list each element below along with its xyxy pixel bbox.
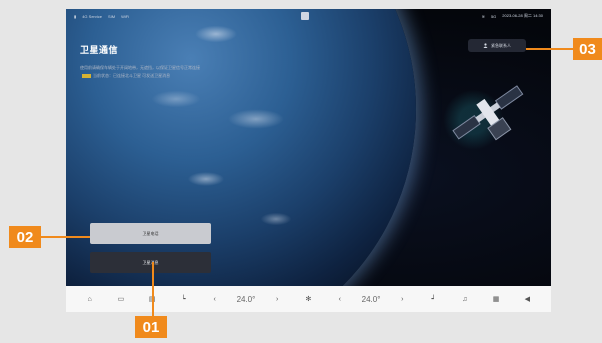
right-temp-down-button[interactable]: ‹ xyxy=(324,296,355,303)
callout-line xyxy=(152,262,154,316)
car-icon[interactable]: ▭ xyxy=(105,295,136,303)
emergency-contact-button[interactable]: 紧急联系人 xyxy=(468,39,526,52)
callout-line xyxy=(41,236,90,238)
status-item: 5G xyxy=(490,13,497,19)
status-bar: ▮ 4G Service SIM WiFi ≋ 5G 2023-06-28 周二… xyxy=(66,9,551,23)
subtitle-line: 使用前请确保车辆处于开阔地带，无遮挡，以保证卫星信号正常连接 xyxy=(80,65,200,70)
left-temp-down-button[interactable]: ‹ xyxy=(199,296,230,303)
bottom-dock: ⌂ ▭ ▤ ┕ ‹ 24.0° › ✻ ‹ 24.0° › ┙ ♫ ▦ ◀ xyxy=(66,286,551,312)
satellite-message-button[interactable]: 卫星消息 xyxy=(90,252,211,273)
left-temp-up-button[interactable]: › xyxy=(262,296,293,303)
right-temp-up-button[interactable]: › xyxy=(387,296,418,303)
callout-badge-02: 02 xyxy=(9,226,41,248)
subtitle-line: 当前状态：已连接北斗卫星 可发送卫星消息 xyxy=(80,72,200,80)
right-temperature: 24.0° xyxy=(361,294,381,304)
clock: 2023-06-28 周二 14:30 xyxy=(502,13,543,18)
page-title: 卫星通信 xyxy=(80,45,119,55)
satellite-call-button[interactable]: 卫星电话 xyxy=(90,223,211,244)
callout-badge-03: 03 xyxy=(573,38,602,60)
left-seat-heat-icon[interactable]: ┕ xyxy=(168,295,199,303)
apps-grid-icon[interactable]: ▦ xyxy=(480,295,511,303)
status-item: SIM xyxy=(108,13,116,19)
callout-line xyxy=(526,48,573,50)
signal-icon: ▮ xyxy=(74,13,77,19)
callout-badge-01: 01 xyxy=(135,316,167,338)
status-item: ≋ xyxy=(481,13,485,19)
music-icon[interactable]: ♫ xyxy=(449,296,480,303)
person-icon xyxy=(483,43,488,48)
status-item: WiFi xyxy=(121,13,130,19)
satellite-image xyxy=(452,85,524,141)
left-temperature: 24.0° xyxy=(236,294,256,304)
car-screen: ▮ 4G Service SIM WiFi ≋ 5G 2023-06-28 周二… xyxy=(66,9,551,286)
status-item: 4G Service xyxy=(82,13,102,19)
center-app-icon xyxy=(301,12,309,20)
status-highlight xyxy=(82,73,91,78)
title-block: 卫星通信 使用前请确保车辆处于开阔地带，无遮挡，以保证卫星信号正常连接 当前状态… xyxy=(80,43,200,80)
subtitle: 使用前请确保车辆处于开阔地带，无遮挡，以保证卫星信号正常连接 当前状态：已连接北… xyxy=(80,64,200,80)
emergency-contact-label: 紧急联系人 xyxy=(491,42,511,48)
right-seat-heat-icon[interactable]: ┙ xyxy=(418,295,449,303)
fan-icon[interactable]: ✻ xyxy=(293,295,324,303)
volume-icon[interactable]: ◀ xyxy=(512,295,543,303)
home-icon[interactable]: ⌂ xyxy=(74,296,105,303)
